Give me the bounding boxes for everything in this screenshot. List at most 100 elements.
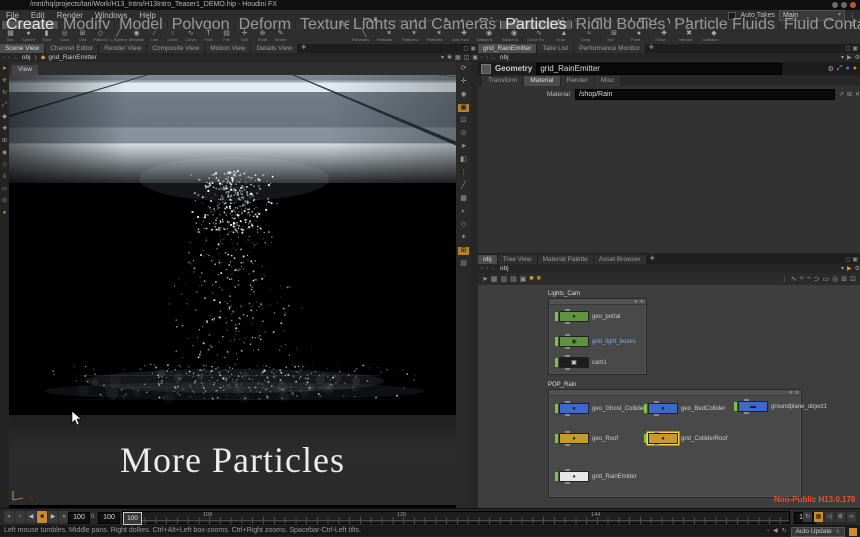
display-flag[interactable] (555, 404, 558, 413)
snap-point[interactable]: ◉ (2, 150, 7, 156)
forward-arrow-icon[interactable]: › (486, 266, 488, 272)
op-chooser[interactable]: ⊞ (847, 91, 852, 98)
display-flag[interactable] (555, 358, 558, 367)
shelf-tool[interactable]: ╱ L-System (110, 29, 127, 42)
network-node[interactable]: ● geo_portal (555, 311, 620, 322)
wire-mode[interactable]: ◇ (458, 221, 469, 229)
path-root[interactable]: obj (22, 54, 31, 61)
layout-quad[interactable]: ▦ (455, 54, 461, 61)
pane-divider[interactable] (471, 62, 478, 508)
objects-mode[interactable]: ◧ (458, 156, 469, 164)
color-palette[interactable]: ▤ (510, 275, 517, 283)
shelf-tool[interactable]: ✶ Particles f.. (402, 29, 426, 42)
path-current-node[interactable]: grid_RainEmitter (48, 54, 96, 61)
view-tumble[interactable]: ⟳ (458, 65, 469, 73)
view-zoom[interactable]: ◉ (458, 91, 469, 99)
message-badge[interactable]: ▪ (767, 526, 769, 537)
path-dropdown[interactable]: ▾ (841, 265, 844, 272)
wire-style[interactable]: ∿ (791, 275, 797, 283)
forward-arrow-icon[interactable]: › (486, 55, 488, 61)
path-dropdown[interactable]: ▾ (841, 54, 844, 61)
shelf-tool[interactable]: ● Point (627, 29, 651, 42)
grid-toggle[interactable]: ⊞ (458, 247, 469, 255)
current-frame-marker[interactable]: 100 (123, 512, 142, 525)
pane-tab[interactable]: Scene View (0, 44, 44, 53)
display-flag[interactable] (644, 404, 647, 413)
network-box-title[interactable]: Lights_Cam (548, 291, 647, 298)
network-node[interactable]: ● geo_BedCollider (644, 403, 725, 414)
shelf-tool[interactable]: ∿ Curve Force (527, 29, 551, 42)
state-indicator[interactable]: ● (3, 210, 7, 216)
pane-tab[interactable]: Details View (251, 44, 297, 53)
network-box-lights-cam[interactable]: Lights_Cam ▾ ✕ ● geo_portal ◉ grid_light… (548, 291, 647, 375)
back-arrow-icon[interactable]: ‹ (481, 266, 483, 272)
shelf-tool[interactable]: ∕ Line (146, 29, 163, 42)
shelf-tab[interactable]: Deform (235, 21, 295, 29)
pane-tab[interactable]: grid_RainEmitter (478, 44, 536, 53)
shelf-tool[interactable]: ⊕ Rivet (254, 29, 271, 42)
misc-tool[interactable]: ⊙ (2, 198, 7, 204)
loop-mode[interactable]: ∞ (847, 512, 856, 522)
select-tool[interactable]: ➤ (2, 66, 7, 72)
new-tab-icon[interactable]: ✚ (298, 44, 309, 53)
network-node[interactable]: ● grid_ColliderRoof (644, 433, 727, 444)
display-flag[interactable] (644, 434, 647, 443)
shelf-tool[interactable]: ⊞ Grid (74, 29, 91, 42)
node-body[interactable]: ▣ (559, 357, 589, 368)
shelf-tab[interactable]: Modify (59, 21, 114, 29)
shelf-tool[interactable]: ✖ Interact (677, 29, 701, 42)
overview-toggle[interactable]: ⋮ (781, 275, 788, 283)
snap-grid[interactable]: ⊞ (2, 138, 7, 144)
edges-mode[interactable]: ╱ (458, 182, 469, 190)
node-name-field[interactable]: grid_RainEmitter (536, 63, 782, 75)
display-flag[interactable] (555, 472, 558, 481)
parameter-tab[interactable]: Render (561, 76, 594, 86)
scene-viewport[interactable]: View More Particles ∿ (9, 62, 456, 508)
window-minimize-icon[interactable] (832, 2, 838, 8)
find-node[interactable]: ◎ (832, 275, 838, 283)
play-forward[interactable]: ▶ (48, 511, 58, 523)
shelf-tool[interactable]: ◉ Attract to.. (502, 29, 526, 42)
new-tab-icon[interactable]: ✚ (647, 255, 658, 264)
flag-orange[interactable]: ■ (537, 275, 541, 283)
pane-tab[interactable]: Asset Browser (594, 255, 646, 264)
shelf-gear-icon[interactable]: ⚙ (336, 21, 347, 29)
pane-tab[interactable]: Render View (99, 44, 146, 53)
shelf-tool[interactable]: ╲ Fireworks (352, 29, 376, 42)
network-node[interactable]: ◉ grid_light_boxes (555, 336, 636, 347)
display-flag[interactable] (555, 337, 558, 346)
shaded-mode[interactable]: ◐ (458, 208, 469, 216)
network-box-pop-rain[interactable]: POP_Rain ▾ ✕ ● geo_Ghost_Collider ● geo_… (548, 382, 802, 498)
network-canvas[interactable]: Lights_Cam ▾ ✕ ● geo_portal ◉ grid_light… (478, 285, 860, 508)
audio-mute[interactable]: ◀ (773, 526, 778, 537)
back-arrow-icon[interactable]: ‹ (481, 55, 483, 61)
viewport-view-tab[interactable]: View (12, 65, 38, 75)
points-mode[interactable]: ⋮ (458, 169, 469, 177)
grid-display[interactable]: ⊞ (841, 275, 847, 283)
parameter-tab[interactable]: Material (524, 76, 559, 86)
jump-to-start[interactable]: « (4, 511, 14, 523)
auto-update-selector[interactable]: Auto Update ⇅ (791, 527, 845, 537)
shelf-tool[interactable]: ◉ Attract fr.. (477, 29, 501, 42)
shelf-tool[interactable]: ✛ Null (236, 29, 253, 42)
pane-tab[interactable]: Composite View (147, 44, 204, 53)
node-body[interactable]: ● (559, 471, 589, 482)
snapshot[interactable]: ▤ (458, 260, 469, 268)
layout-split[interactable]: ◫ (464, 54, 470, 61)
pane-tab[interactable]: Performance Monitor (574, 44, 645, 53)
shelf-gear-icon[interactable]: ⚙ (847, 21, 858, 29)
shelf-tab[interactable]: Particle Fluids (670, 21, 778, 29)
shelf-tab[interactable]: Rigid Bodies (572, 21, 670, 29)
shelf-tool[interactable]: T Font (200, 29, 217, 42)
handle-tool[interactable]: ✚ (2, 126, 7, 132)
update-mode-icon[interactable] (849, 528, 857, 536)
group-view[interactable]: ⊃ (814, 275, 820, 283)
shelf-tool[interactable]: ⊞ Net (602, 29, 626, 42)
align-tool[interactable]: ≡ (3, 174, 7, 180)
play-reverse[interactable]: ◀ (26, 511, 36, 523)
prims-mode[interactable]: ▦ (458, 195, 469, 203)
shelf-tool[interactable]: ✶ Particles f.. (377, 29, 401, 42)
pane-tab[interactable]: Motion View (205, 44, 250, 53)
pane-maximize-icon[interactable]: ◻ (845, 256, 850, 263)
timeline-track[interactable]: 108126144 100 (122, 511, 790, 524)
